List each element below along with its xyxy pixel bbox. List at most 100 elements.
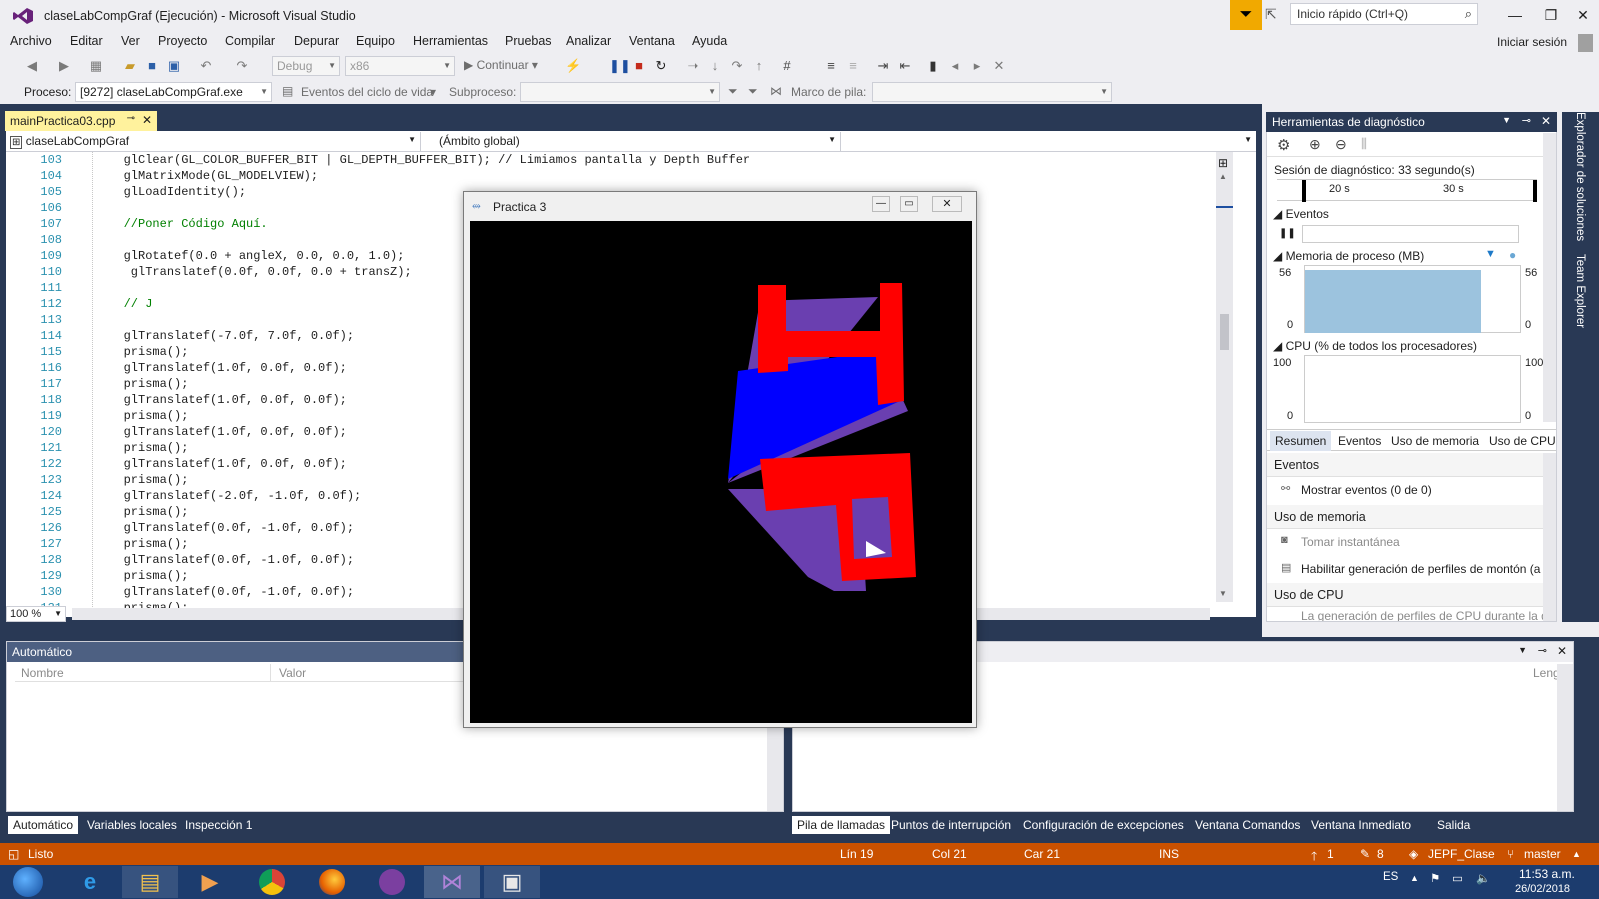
comment-out-icon[interactable]: ≡ <box>823 58 839 74</box>
member-combo[interactable]: ▼ <box>841 132 1256 151</box>
close-icon[interactable]: ✕ <box>1541 114 1551 128</box>
opengl-canvas[interactable] <box>470 221 972 723</box>
zoom-combo[interactable]: 100 % ▼ <box>6 606 66 622</box>
menu-archivo[interactable]: Archivo <box>10 34 52 48</box>
callstack-scrollbar[interactable] <box>1557 664 1573 811</box>
tab-salida[interactable]: Salida <box>1432 816 1475 834</box>
app-icon[interactable] <box>364 866 420 898</box>
minimize-button[interactable]: — <box>872 196 890 212</box>
memory-section-toggle[interactable]: ◢ Memoria de proceso (MB) <box>1273 249 1424 263</box>
notifications-icon[interactable]: ⇱ <box>1265 6 1277 23</box>
hot-reload-icon[interactable]: ⚡ <box>565 58 581 74</box>
volume-icon[interactable]: 🔈 <box>1476 871 1490 885</box>
pin-icon[interactable]: ⊸ <box>1522 114 1531 127</box>
tab-ventana-inmediato[interactable]: Ventana Inmediato <box>1306 816 1416 834</box>
vertical-scrollbar[interactable]: ⊞ ▲ ▼ <box>1216 152 1233 602</box>
save-all-icon[interactable]: ▣ <box>166 58 182 74</box>
tab-solution-explorer[interactable]: Explorador de soluciones <box>1574 112 1586 241</box>
pending-changes[interactable]: 8 <box>1377 847 1384 861</box>
events-section-toggle[interactable]: ◢ Eventos <box>1273 207 1329 221</box>
opengl-window[interactable]: ⥈ Practica 3 — ▭ ✕ <box>463 191 977 728</box>
menu-proyecto[interactable]: Proyecto <box>158 34 207 48</box>
chrome-icon[interactable] <box>244 866 300 898</box>
step-over-icon[interactable]: ↷ <box>729 58 745 74</box>
tab-variables-locales[interactable]: Variables locales <box>82 816 182 834</box>
minimize-button[interactable]: — <box>1500 4 1530 26</box>
start-button-icon[interactable] <box>0 866 56 898</box>
prev-bookmark-icon[interactable]: ◂ <box>947 58 963 74</box>
clock-time[interactable]: 11:53 a.m. <box>1519 867 1575 881</box>
restart-icon[interactable]: ↻ <box>653 58 669 74</box>
timeline-start-handle[interactable] <box>1302 180 1306 202</box>
menu-pruebas[interactable]: Pruebas <box>505 34 552 48</box>
visual-studio-taskbar-icon[interactable]: ⋈ <box>424 866 480 898</box>
menu-ventana[interactable]: Ventana <box>629 34 675 48</box>
settings-icon[interactable]: ⚙ <box>1277 136 1290 154</box>
pause-icon[interactable]: ❚❚ <box>609 58 631 74</box>
pause-icon[interactable]: ❚❚ <box>1279 228 1296 239</box>
bookmark-icon[interactable]: ▮ <box>925 58 941 74</box>
tab-main-practica03[interactable]: mainPractica03.cpp ⊸ ✕ <box>5 111 157 131</box>
tab-configuracion-excepciones[interactable]: Configuración de excepciones <box>1018 816 1189 834</box>
close-button[interactable]: ✕ <box>932 196 962 212</box>
forward-icon[interactable]: ▶ <box>56 58 72 74</box>
thread-combo[interactable]: ▼ <box>520 82 720 102</box>
scroll-up-icon[interactable]: ▲ <box>1219 172 1227 181</box>
timeline-end-handle[interactable] <box>1533 180 1537 202</box>
step-out-icon[interactable]: ↑ <box>751 58 767 74</box>
file-explorer-icon[interactable]: ▤ <box>122 866 178 898</box>
close-icon[interactable]: ✕ <box>142 113 152 127</box>
tab-eventos[interactable]: Eventos <box>1338 434 1381 448</box>
new-project-icon[interactable]: ▦ <box>88 58 104 74</box>
menu-ver[interactable]: Ver <box>121 34 140 48</box>
tab-team-explorer[interactable]: Team Explorer <box>1574 254 1586 328</box>
code-line[interactable]: 103 glClear(GL_COLOR_BUFFER_BIT | GL_DEP… <box>6 152 750 168</box>
filter-icon[interactable]: ⏷ <box>728 84 738 99</box>
close-button[interactable]: ✕ <box>1568 4 1598 26</box>
diag-bottom-scrollbar[interactable] <box>1543 453 1556 621</box>
opengl-app-taskbar-icon[interactable]: ▣ <box>484 866 540 898</box>
outdent-icon[interactable]: ⇤ <box>897 58 913 74</box>
tab-pila-llamadas[interactable]: Pila de llamadas <box>792 816 891 834</box>
project-combo[interactable]: ⊞ claseLabCompGraf ▼ <box>6 132 421 151</box>
step-into-icon[interactable]: ↓ <box>707 58 723 74</box>
timeline-ruler[interactable]: 20 s 30 s <box>1277 179 1537 202</box>
menu-compilar[interactable]: Compilar <box>225 34 275 48</box>
process-combo[interactable]: [9272] claseLabCompGraf.exe ▼ <box>75 82 272 102</box>
network-icon[interactable]: ▭ <box>1452 871 1463 885</box>
next-bookmark-icon[interactable]: ▸ <box>969 58 985 74</box>
account-avatar-icon[interactable] <box>1578 34 1593 52</box>
scroll-down-icon[interactable]: ▼ <box>1219 589 1227 598</box>
unpublished-commits[interactable]: 1 <box>1327 847 1334 861</box>
tab-ventana-comandos[interactable]: Ventana Comandos <box>1190 816 1305 834</box>
close-icon[interactable]: ✕ <box>1557 644 1567 658</box>
sign-in-link[interactable]: Iniciar sesión <box>1497 35 1567 49</box>
quick-launch-input[interactable]: Inicio rápido (Ctrl+Q) ⌕ <box>1290 3 1478 25</box>
firefox-icon[interactable] <box>304 866 360 898</box>
clear-bookmarks-icon[interactable]: ✕ <box>991 58 1007 74</box>
tab-resumen[interactable]: Resumen <box>1270 431 1332 451</box>
chevron-up-icon[interactable]: ▲ <box>1572 849 1581 859</box>
continue-button[interactable]: ▶ Continuar ▾ <box>464 58 538 72</box>
uncomment-icon[interactable]: ≡ <box>845 58 861 74</box>
platform-combo[interactable]: x86 ▼ <box>345 56 455 76</box>
tab-puntos-interrupcion[interactable]: Puntos de interrupción <box>886 816 1016 834</box>
zoom-out-icon[interactable]: ⊖ <box>1335 136 1347 153</box>
diag-top-scrollbar[interactable] <box>1543 133 1556 422</box>
branch-name[interactable]: master <box>1524 847 1561 861</box>
chevron-down-icon[interactable]: ▼ <box>1518 645 1527 655</box>
menu-depurar[interactable]: Depurar <box>294 34 339 48</box>
maximize-button[interactable]: ▭ <box>900 196 918 212</box>
indent-icon[interactable]: ⇥ <box>875 58 891 74</box>
zoom-in-icon[interactable]: ⊕ <box>1309 136 1321 153</box>
split-icon[interactable]: ⊞ <box>1218 156 1228 170</box>
chevron-up-icon[interactable]: ▲ <box>1410 873 1419 883</box>
restore-button[interactable]: ❐ <box>1536 4 1566 26</box>
menu-analizar[interactable]: Analizar <box>566 34 611 48</box>
menu-equipo[interactable]: Equipo <box>356 34 395 48</box>
language-indicator[interactable]: ES <box>1383 871 1398 883</box>
back-icon[interactable]: ◀ <box>24 58 40 74</box>
cpu-section-toggle[interactable]: ◢ CPU (% de todos los procesadores) <box>1273 339 1477 353</box>
hex-display-icon[interactable]: # <box>779 58 795 74</box>
redo-icon[interactable]: ↷ <box>234 58 250 74</box>
